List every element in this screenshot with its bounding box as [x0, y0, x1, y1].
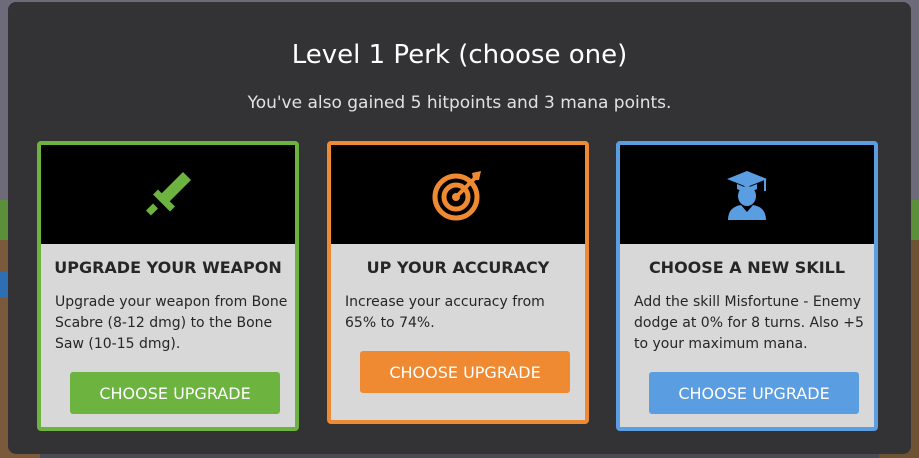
card-description: Upgrade your weapon from Bone Scabre (8-… [55, 294, 288, 352]
modal-subtitle: You've also gained 5 hitpoints and 3 man… [247, 93, 672, 113]
card-heading: CHOOSE A NEW SKILL [648, 258, 846, 277]
modal-title: Level 1 Perk (choose one) [291, 40, 628, 70]
choose-upgrade-button[interactable]: CHOOSE UPGRADE [360, 351, 570, 393]
graduate-icon [727, 170, 767, 220]
perk-card-skill: CHOOSE A NEW SKILL Add the skill Misfort… [616, 141, 878, 431]
background-badge [0, 272, 8, 298]
choose-upgrade-button[interactable]: CHOOSE UPGRADE [649, 372, 859, 414]
card-banner [620, 145, 874, 244]
card-heading: UP YOUR ACCURACY [366, 258, 550, 277]
target-icon [432, 170, 481, 220]
card-description: Increase your accuracy from 65% to 74%. [345, 294, 545, 331]
card-banner [41, 145, 295, 244]
sword-icon [145, 171, 191, 216]
perk-card-accuracy: UP YOUR ACCURACY Increase your accuracy … [327, 141, 589, 424]
card-heading: UPGRADE YOUR WEAPON [54, 258, 282, 277]
card-banner [331, 145, 585, 244]
card-description: Add the skill Misfortune - Enemy dodge a… [634, 294, 864, 352]
perk-card-weapon: UPGRADE YOUR WEAPON Upgrade your weapon … [37, 141, 299, 431]
choose-upgrade-button[interactable]: CHOOSE UPGRADE [70, 372, 280, 414]
